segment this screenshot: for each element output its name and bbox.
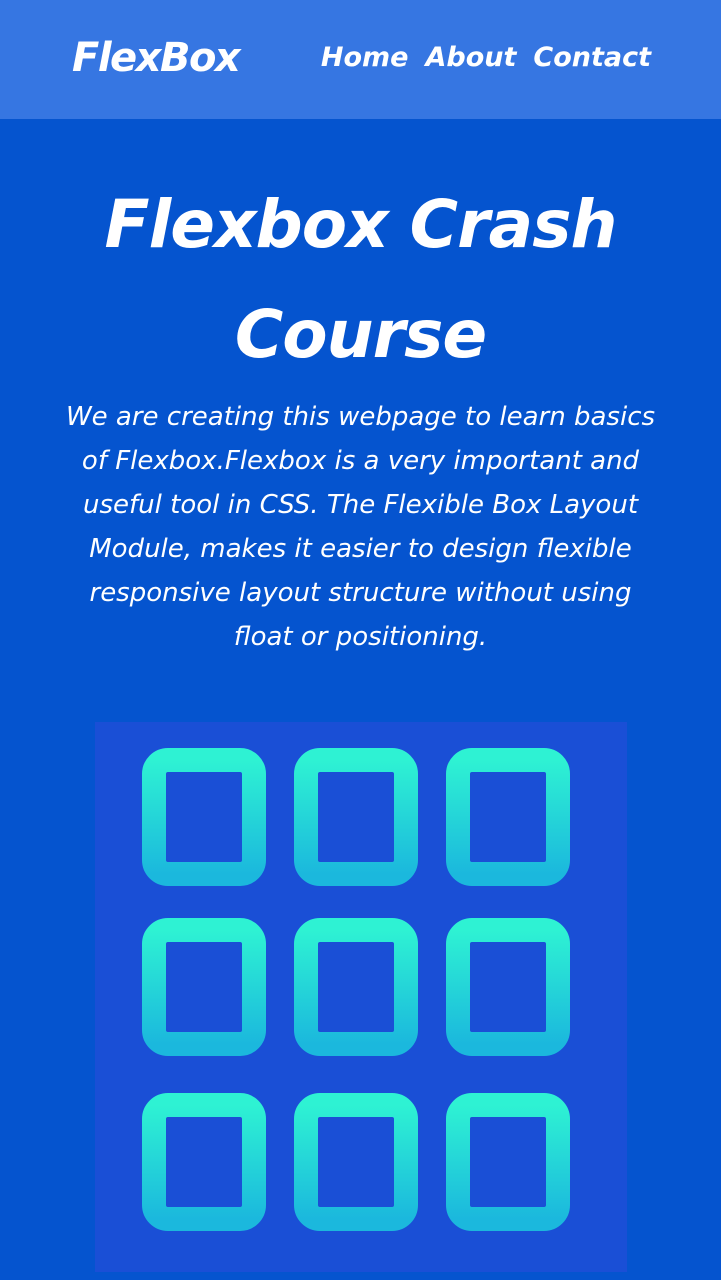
grid-box-3-2 <box>294 1093 418 1231</box>
grid-box-2-3 <box>446 918 570 1056</box>
hero-title-line2: Course <box>234 296 487 373</box>
grid-box-3-3 <box>446 1093 570 1231</box>
nav-link-contact[interactable]: Contact <box>533 42 651 73</box>
grid-box-1-1 <box>142 748 266 886</box>
grid-box-2-2 <box>294 918 418 1056</box>
nav-links: Home About Contact <box>321 38 651 78</box>
nav-link-about[interactable]: About <box>425 42 516 73</box>
grid-box-1-2 <box>294 748 418 886</box>
flexbox-grid-icon <box>142 748 570 1231</box>
grid-box-2-1 <box>142 918 266 1056</box>
navbar: FlexBox Home About Contact <box>0 0 721 119</box>
hero-title-line1: Flexbox Crash <box>104 186 618 263</box>
nav-link-home[interactable]: Home <box>321 42 409 73</box>
hero-title: Flexbox Crash Course <box>0 170 721 390</box>
site-logo[interactable]: FlexBox <box>72 30 241 86</box>
grid-box-1-3 <box>446 748 570 886</box>
flexbox-grid-image <box>95 722 627 1272</box>
grid-box-3-1 <box>142 1093 266 1231</box>
hero-description: We are creating this webpage to learn ba… <box>65 402 656 652</box>
